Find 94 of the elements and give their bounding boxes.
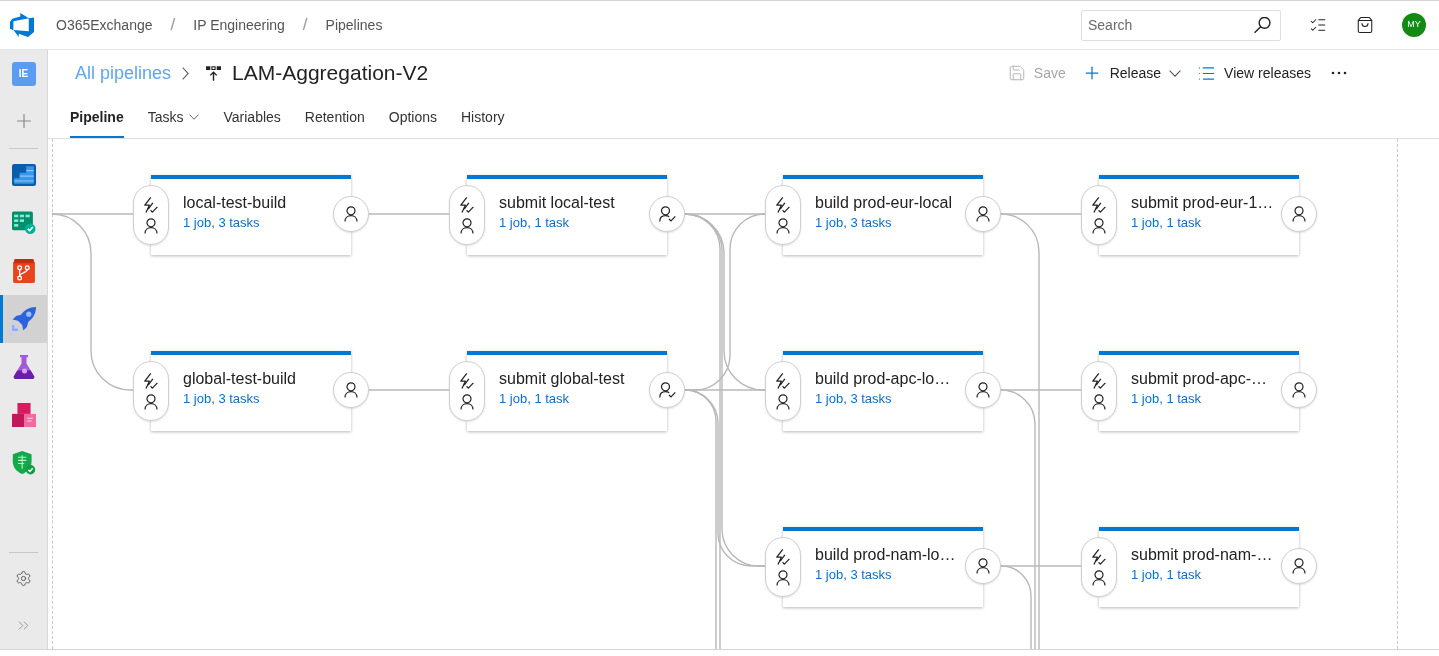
pre-deployment-button[interactable] [1081, 361, 1117, 421]
stage-name: submit prod-eur-1… [1131, 193, 1274, 213]
stage-name: global-test-build [183, 369, 296, 389]
person-icon [1092, 393, 1106, 410]
tab[interactable]: Tasks [147, 96, 200, 138]
stage-summary[interactable]: 1 job, 1 task [499, 391, 570, 407]
breadcrumb-separator: / [302, 14, 308, 37]
pre-deployment-button[interactable] [1081, 537, 1117, 597]
stage-name: submit prod-nam-… [1131, 545, 1273, 565]
search-field[interactable]: Search [1081, 9, 1281, 41]
stage-summary[interactable]: 1 job, 3 tasks [183, 391, 260, 407]
nav-item[interactable] [0, 295, 47, 343]
release-button[interactable]: Release [1081, 58, 1182, 88]
more-icon[interactable] [1331, 71, 1347, 75]
save-icon [1007, 64, 1026, 82]
stage-summary[interactable]: 1 job, 3 tasks [815, 215, 892, 231]
stage-name: submit global-test [499, 369, 625, 389]
post-deployment-button[interactable] [649, 196, 685, 232]
stage-name: local-test-build [183, 193, 287, 213]
lightning-icon [1092, 196, 1106, 213]
pre-deployment-button[interactable] [765, 185, 801, 245]
tab[interactable]: Options [388, 96, 437, 138]
tab[interactable]: Pipeline [70, 96, 124, 138]
post-deployment-button[interactable] [649, 372, 685, 408]
pipeline-title: LAM-Aggregation-V2 [232, 60, 429, 87]
user-avatar[interactable]: MY [1402, 13, 1426, 37]
pre-deployment-button[interactable] [1081, 185, 1117, 245]
search-input[interactable]: Search [1088, 15, 1254, 35]
rocket-icon [11, 307, 36, 331]
person-icon [776, 217, 790, 234]
lightning-icon [460, 372, 474, 389]
breadcrumb-link[interactable]: Pipelines [325, 14, 383, 36]
person-icon [144, 393, 158, 410]
pre-deployment-button[interactable] [765, 361, 801, 421]
post-deployment-button[interactable] [965, 196, 1001, 232]
post-deployment-button[interactable] [965, 548, 1001, 584]
search-icon[interactable] [1254, 16, 1271, 34]
stage-summary[interactable]: 1 job, 1 task [1131, 391, 1202, 407]
shield-check-icon [11, 451, 36, 475]
lightning-icon [460, 196, 474, 213]
stage-name: build prod-apc-lo… [815, 369, 951, 389]
person-icon [460, 393, 474, 410]
person-icon [144, 217, 158, 234]
stage-name: submit prod-apc-… [1131, 369, 1268, 389]
pre-deployment-button[interactable] [449, 361, 485, 421]
post-deployment-button[interactable] [333, 196, 369, 232]
tab[interactable]: Variables [223, 96, 281, 138]
pre-deployment-button[interactable] [133, 361, 169, 421]
post-deployment-button[interactable] [1281, 548, 1317, 584]
lightning-icon [1092, 548, 1106, 565]
bar-chart-icon [11, 163, 36, 187]
stage-name: build prod-nam-lo… [815, 545, 956, 565]
stage-summary[interactable]: 1 job, 3 tasks [183, 215, 260, 231]
stage-name: build prod-eur-local [815, 193, 952, 213]
lightning-icon [776, 196, 790, 213]
lightning-icon [144, 372, 158, 389]
boxes-icon [11, 403, 36, 427]
post-deployment-button[interactable] [965, 372, 1001, 408]
board-check-icon [11, 211, 36, 235]
view-releases-button[interactable]: View releases [1197, 58, 1311, 88]
breadcrumb-link[interactable]: IP Engineering [193, 14, 285, 36]
tab[interactable]: History [461, 96, 505, 138]
person-icon [1092, 217, 1106, 234]
stage-summary[interactable]: 1 job, 1 task [1131, 215, 1202, 231]
stage-summary[interactable]: 1 job, 3 tasks [815, 391, 892, 407]
pipeline-icon [206, 65, 222, 81]
person-icon [776, 393, 790, 410]
pre-deployment-button[interactable] [449, 185, 485, 245]
lightning-icon [1092, 372, 1106, 389]
post-deployment-button[interactable] [333, 372, 369, 408]
stage-name: submit local-test [499, 193, 615, 213]
lightning-icon [776, 548, 790, 565]
chevron-right-icon [182, 66, 190, 80]
post-deployment-button[interactable] [1281, 372, 1317, 408]
pre-deployment-button[interactable] [133, 185, 169, 245]
person-icon [776, 569, 790, 586]
shopping-bag-icon[interactable] [1356, 16, 1374, 34]
branch-icon [11, 259, 36, 283]
stage-summary[interactable]: 1 job, 1 task [1131, 567, 1202, 583]
settings-icon[interactable] [15, 569, 32, 587]
stage-summary[interactable]: 1 job, 1 task [499, 215, 570, 231]
person-icon [1092, 569, 1106, 586]
flask-icon [11, 355, 36, 379]
pre-deployment-button[interactable] [765, 537, 801, 597]
stage-summary[interactable]: 1 job, 3 tasks [815, 567, 892, 583]
checklist-icon[interactable] [1309, 16, 1327, 34]
lightning-icon [144, 196, 158, 213]
person-icon [460, 217, 474, 234]
lightning-icon [776, 372, 790, 389]
breadcrumb-separator: / [170, 14, 176, 37]
tab[interactable]: Retention [304, 96, 365, 138]
post-deployment-button[interactable] [1281, 196, 1317, 232]
logo-icon[interactable] [10, 13, 34, 37]
breadcrumb-link[interactable]: O365Exchange [56, 14, 153, 36]
